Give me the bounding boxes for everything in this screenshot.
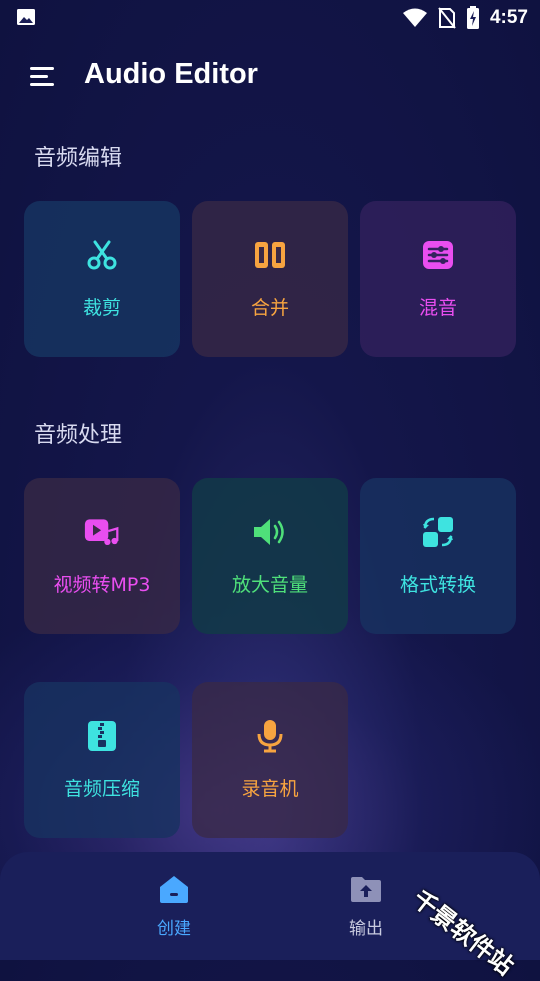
section-title-process: 音频处理 (34, 423, 123, 448)
status-bar: 4:57 (0, 0, 540, 36)
tile-format-convert[interactable]: 格式转换 (360, 478, 516, 634)
status-icons: 4:57 (402, 6, 528, 30)
no-sim-icon (438, 7, 456, 29)
video-to-music-icon (84, 514, 120, 550)
wifi-icon (402, 8, 427, 27)
tile-merge[interactable]: 合并 (192, 201, 348, 357)
tile-cut[interactable]: 裁剪 (24, 201, 180, 357)
nav-create-label: 创建 (157, 919, 191, 939)
tile-volume-boost-label: 放大音量 (231, 574, 308, 596)
format-convert-icon (420, 514, 456, 550)
menu-icon[interactable] (28, 64, 56, 90)
tile-recorder-label: 录音机 (241, 778, 299, 800)
nav-output-label: 输出 (349, 919, 383, 939)
tile-video-to-mp3[interactable]: 视频转MP3 (24, 478, 180, 634)
folder-upload-icon (351, 877, 381, 902)
mixer-icon (420, 237, 456, 273)
scissors-icon (84, 237, 120, 273)
battery-charging-icon (466, 6, 479, 29)
nav-create[interactable]: 创建 (134, 874, 214, 939)
tile-recorder[interactable]: 录音机 (192, 682, 348, 838)
tile-cut-label: 裁剪 (82, 297, 121, 319)
tile-mix-label: 混音 (418, 297, 457, 319)
app-title: Audio Editor (84, 58, 258, 90)
gallery-icon (17, 9, 35, 25)
section-title-edit: 音频编辑 (34, 146, 123, 171)
tile-mix[interactable]: 混音 (360, 201, 516, 357)
app-bar: Audio Editor (0, 52, 540, 102)
tile-volume-boost[interactable]: 放大音量 (192, 478, 348, 634)
zip-icon (84, 718, 120, 754)
home-icon (160, 876, 188, 903)
volume-up-icon (252, 514, 288, 550)
status-time: 4:57 (489, 7, 528, 28)
tile-format-convert-label: 格式转换 (399, 574, 476, 596)
microphone-icon (252, 718, 288, 754)
merge-icon (252, 237, 288, 273)
nav-output[interactable]: 输出 (326, 874, 406, 939)
tile-video-to-mp3-label: 视频转MP3 (53, 574, 151, 596)
tile-compress-label: 音频压缩 (63, 778, 140, 800)
tile-compress[interactable]: 音频压缩 (24, 682, 180, 838)
tile-merge-label: 合并 (250, 297, 289, 319)
